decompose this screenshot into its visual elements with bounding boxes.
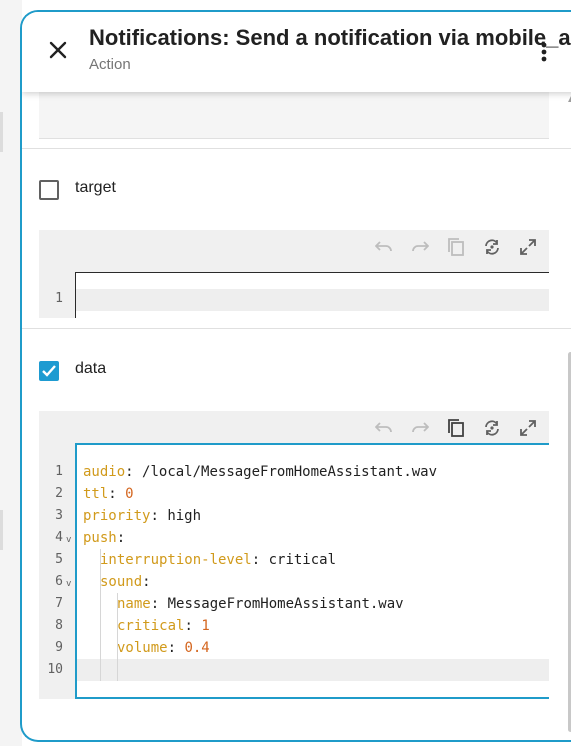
yaml-key: push: [83, 530, 117, 546]
undo-icon: [375, 241, 392, 252]
dialog-subtitle: Action: [89, 56, 131, 73]
kebab-menu-icon: [541, 42, 547, 62]
line-number: 10: [47, 662, 63, 677]
line-number: 8: [55, 618, 63, 633]
indent-guide: [100, 549, 101, 681]
target-code-area[interactable]: [75, 272, 549, 318]
code-line[interactable]: ttl: 0: [77, 483, 549, 505]
fullscreen-button[interactable]: [517, 417, 539, 439]
scroll-up-arrow[interactable]: ▲: [566, 94, 571, 105]
editor-toolbar: [39, 230, 549, 262]
checkmark-icon: [42, 365, 56, 377]
line-number: 6: [55, 574, 63, 589]
yaml-key: interruption-level: [100, 552, 252, 568]
yaml-key: sound: [100, 574, 143, 590]
editor-toolbar: [39, 411, 549, 443]
code-line[interactable]: critical: 1: [77, 615, 549, 637]
yaml-value: high: [167, 508, 202, 524]
undo-button[interactable]: [373, 417, 395, 439]
yaml-value: 0: [125, 486, 134, 502]
yaml-key: audio: [83, 464, 126, 480]
code-line[interactable]: [77, 659, 549, 681]
yaml-key: critical: [117, 618, 185, 634]
redo-button[interactable]: [409, 236, 431, 258]
redo-icon: [412, 241, 429, 252]
target-code-editor: 1: [39, 230, 549, 318]
code-line[interactable]: [76, 289, 549, 311]
line-number: 1: [55, 291, 63, 306]
data-code-editor: 1 2 3 4 v 5 6 v 7 8 9 10 audio: /local/MessageFromH…: [39, 411, 549, 699]
line-number: 9: [55, 640, 63, 655]
code-line[interactable]: name: MessageFromHomeAssistant.wav: [77, 593, 549, 615]
code-line[interactable]: audio: /local/MessageFromHomeAssistant.w…: [77, 461, 549, 483]
target-label: target: [75, 179, 116, 196]
more-menu-button[interactable]: [532, 38, 556, 66]
code-line[interactable]: interruption-level: critical: [77, 549, 549, 571]
line-number: 1: [55, 464, 63, 479]
line-number: 2: [55, 486, 63, 501]
line-number: 5: [55, 552, 63, 567]
target-checkbox[interactable]: [39, 180, 59, 200]
refresh-icon: [485, 239, 499, 255]
field-divider: [22, 328, 571, 329]
yaml-key: volume: [117, 640, 168, 656]
fold-toggle-icon[interactable]: v: [66, 571, 71, 593]
yaml-value: /local/MessageFromHomeAssistant.wav: [142, 464, 438, 480]
copy-button[interactable]: [445, 417, 467, 439]
action-dialog: Notifications: Send a notification via m…: [20, 10, 571, 742]
refresh-icon: [485, 420, 499, 436]
previous-editor-panel: [39, 90, 549, 139]
undo-button[interactable]: [373, 236, 395, 258]
code-line[interactable]: volume: 0.4: [77, 637, 549, 659]
undo-icon: [375, 422, 392, 433]
yaml-key: priority: [83, 508, 151, 524]
background-card-edge: [0, 112, 3, 152]
redo-icon: [412, 422, 429, 433]
yaml-key: name: [117, 596, 151, 612]
yaml-value: MessageFromHomeAssistant.wav: [167, 596, 404, 612]
fold-toggle-icon[interactable]: v: [66, 527, 71, 549]
code-line[interactable]: push:: [77, 527, 549, 549]
data-label: data: [75, 360, 107, 377]
yaml-value: critical: [268, 552, 337, 568]
background-card-edge: [0, 510, 3, 550]
line-number: 7: [55, 596, 63, 611]
fullscreen-icon: [520, 239, 536, 255]
indent-guide: [117, 593, 118, 681]
background-panel: [0, 0, 22, 746]
data-checkbox[interactable]: [39, 361, 59, 381]
copy-icon: [448, 238, 464, 256]
dialog-header: Notifications: Send a notification via m…: [22, 12, 571, 92]
field-divider: [22, 148, 571, 149]
line-number: 4: [55, 530, 63, 545]
data-code-area[interactable]: audio: /local/MessageFromHomeAssistant.w…: [75, 443, 549, 699]
fullscreen-icon: [520, 420, 536, 436]
refresh-button[interactable]: [481, 236, 503, 258]
yaml-key: ttl: [83, 486, 109, 502]
line-number: 3: [55, 508, 63, 523]
refresh-button[interactable]: [481, 417, 503, 439]
redo-button[interactable]: [409, 417, 431, 439]
copy-button[interactable]: [445, 236, 467, 258]
code-line[interactable]: sound:: [77, 571, 549, 593]
yaml-value: 0.4: [184, 640, 210, 656]
code-line[interactable]: priority: high: [77, 505, 549, 527]
yaml-value: 1: [201, 618, 210, 634]
copy-icon: [448, 419, 464, 437]
fullscreen-button[interactable]: [517, 236, 539, 258]
